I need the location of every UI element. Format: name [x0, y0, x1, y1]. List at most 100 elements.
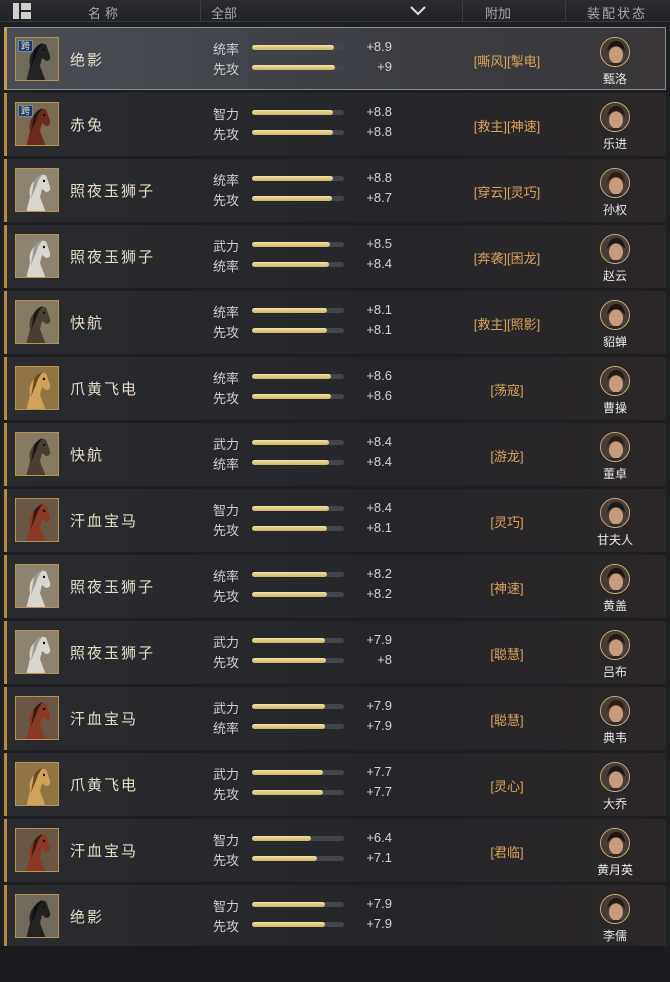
stat-label: 先攻 [213, 391, 240, 406]
stat-bar [252, 790, 344, 795]
stat-bar-fill [252, 394, 332, 399]
general-avatar[interactable] [600, 828, 630, 858]
general-name: 赵云 [602, 269, 627, 283]
horse-thumbnail [15, 498, 59, 542]
general-avatar[interactable] [600, 168, 630, 198]
stat-label: 统率 [213, 457, 240, 472]
horse-row[interactable]: 照夜玉狮子 武力 +8.5 统率 +8.4 [奔袭][困龙] 赵云 [4, 225, 666, 288]
stat-bar-fill [252, 308, 327, 313]
stat-value: +7.7 [366, 784, 392, 799]
stat-bar-fill [252, 65, 335, 70]
stat-value: +8.6 [366, 388, 392, 403]
horse-row[interactable]: 汗血宝马 智力 +8.4 先攻 +8.1 [灵巧] 甘夫人 [4, 489, 666, 552]
general-avatar[interactable] [600, 498, 630, 528]
extra-tags: [嘶风][掣电] [473, 54, 541, 69]
chevron-down-icon[interactable] [410, 5, 426, 17]
horse-row[interactable]: 照夜玉狮子 统率 +8.8 先攻 +8.7 [穿云][灵巧] 孙权 [4, 159, 666, 222]
stat-bar-fill [252, 176, 333, 181]
stat-bar-fill [252, 724, 325, 729]
stat-bar [252, 770, 344, 775]
horse-row[interactable]: 绝影 智力 +7.9 先攻 +7.9 李儒 [4, 885, 666, 948]
horse-name: 快航 [70, 314, 105, 332]
stat-bar-fill [252, 328, 327, 333]
bottom-bar [0, 946, 670, 982]
general-avatar[interactable] [600, 234, 630, 264]
horse-row[interactable]: 汗血宝马 武力 +7.9 统率 +7.9 [聪慧] 典韦 [4, 687, 666, 750]
layout-toggle-icon[interactable] [13, 3, 31, 19]
general-name: 甘夫人 [596, 533, 633, 547]
stat-value: +8.4 [366, 256, 392, 271]
horse-row[interactable]: 跨赤兔 智力 +8.8 先攻 +8.8 [救主][神速] 乐进 [4, 93, 666, 156]
stat-bar [252, 374, 344, 379]
general-avatar[interactable] [600, 762, 630, 792]
stat-bar-fill [252, 374, 332, 379]
stat-bar [252, 196, 344, 201]
stat-value: +7.9 [366, 896, 392, 911]
stat-label: 先攻 [213, 193, 240, 208]
stat-value: +8.6 [366, 368, 392, 383]
stat-bar-fill [252, 242, 331, 247]
general-avatar[interactable] [600, 366, 630, 396]
cross-server-badge: 跨 [18, 40, 34, 52]
horse-row[interactable]: 快航 武力 +8.4 统率 +8.4 [游龙] 董卓 [4, 423, 666, 486]
horse-row[interactable]: 快航 统率 +8.1 先攻 +8.1 [救主][照影] 貂蝉 [4, 291, 666, 354]
stat-bar-fill [252, 526, 327, 531]
stat-bar [252, 130, 344, 135]
stat-value: +8.4 [366, 454, 392, 469]
stat-bar-fill [252, 262, 330, 267]
horse-thumbnail [15, 300, 59, 344]
general-name: 孙权 [602, 203, 627, 217]
extra-tags: [荡寇] [490, 383, 524, 398]
horse-row[interactable]: 跨绝影 统率 +8.9 先攻 +9 [嘶风][掣电] 甄洛 [4, 27, 666, 90]
horse-row[interactable]: 汗血宝马 智力 +6.4 先攻 +7.1 [君临] 黄月英 [4, 819, 666, 882]
stat-label: 先攻 [213, 127, 240, 142]
general-avatar[interactable] [600, 300, 630, 330]
stat-bar [252, 902, 344, 907]
stat-label: 先攻 [213, 919, 240, 934]
horse-row[interactable]: 照夜玉狮子 武力 +7.9 先攻 +8 [聪慧] 吕布 [4, 621, 666, 684]
stat-bar [252, 328, 344, 333]
extra-tags: [君临] [490, 845, 524, 860]
general-name: 黄月英 [596, 863, 633, 877]
stat-value: +8 [377, 652, 392, 667]
general-avatar[interactable] [600, 37, 630, 67]
horse-name: 绝影 [70, 908, 105, 926]
general-avatar[interactable] [600, 696, 630, 726]
column-name-header[interactable]: 名称 [88, 3, 122, 22]
stat-bar-fill [252, 460, 330, 465]
stat-label: 统率 [213, 42, 240, 57]
horse-list: 跨绝影 统率 +8.9 先攻 +9 [嘶风][掣电] 甄洛 跨赤兔 智力 +8.8 先攻 +8.8… [0, 27, 670, 951]
extra-tags: [神速] [490, 581, 524, 596]
stat-bar-fill [252, 572, 328, 577]
general-avatar[interactable] [600, 102, 630, 132]
general-avatar[interactable] [600, 894, 630, 924]
horse-row[interactable]: 爪黄飞电 统率 +8.6 先攻 +8.6 [荡寇] 曹操 [4, 357, 666, 420]
column-status-header: 装配状态 [587, 6, 648, 21]
stat-value: +8.8 [366, 170, 392, 185]
horse-thumbnail [15, 828, 59, 872]
general-name: 典韦 [602, 731, 627, 745]
horse-thumbnail: 跨 [15, 37, 59, 81]
general-avatar[interactable] [600, 432, 630, 462]
stat-label: 武力 [213, 767, 240, 782]
stat-bar-fill [252, 110, 333, 115]
extra-tags: [救主][照影] [473, 317, 541, 332]
general-avatar[interactable] [600, 630, 630, 660]
filter-dropdown-label[interactable]: 全部 [211, 3, 237, 22]
stat-label: 武力 [213, 437, 240, 452]
stat-bar [252, 922, 344, 927]
horse-thumbnail [15, 630, 59, 674]
general-avatar[interactable] [600, 564, 630, 594]
stat-bar-fill [252, 196, 333, 201]
stat-value: +8.4 [366, 434, 392, 449]
stat-bar [252, 724, 344, 729]
stat-value: +8.1 [366, 302, 392, 317]
horse-row[interactable]: 照夜玉狮子 统率 +8.2 先攻 +8.2 [神速] 黄盖 [4, 555, 666, 618]
horse-thumbnail [15, 234, 59, 278]
stat-value: +7.9 [366, 698, 392, 713]
horse-row[interactable]: 爪黄飞电 武力 +7.7 先攻 +7.7 [灵心] 大乔 [4, 753, 666, 816]
general-name: 黄盖 [602, 599, 627, 613]
stat-bar-fill [252, 770, 323, 775]
stat-bar-fill [252, 704, 325, 709]
stat-bar-fill [252, 592, 328, 597]
